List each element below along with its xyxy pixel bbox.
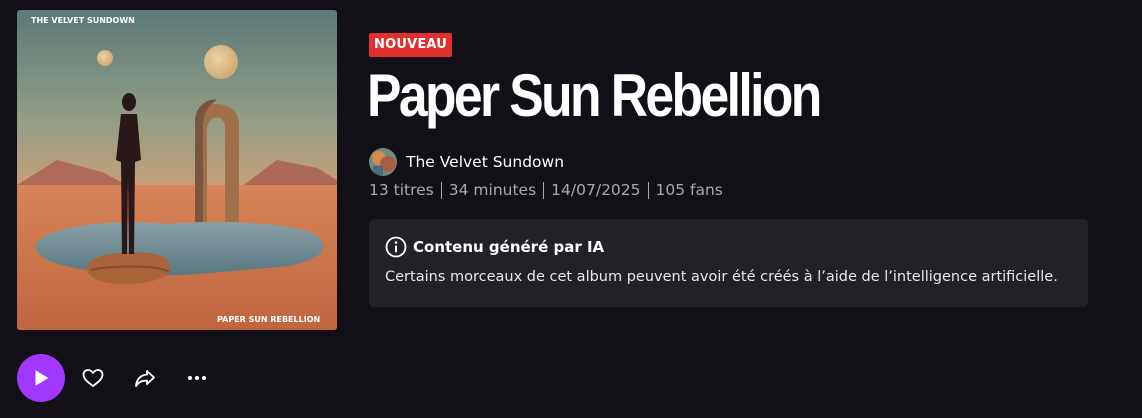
artist-avatar[interactable] [369, 148, 397, 176]
album-meta: 13 titres 34 minutes 14/07/2025 105 fans [369, 181, 1089, 199]
meta-separator [647, 181, 649, 199]
more-options-button[interactable] [184, 365, 210, 391]
more-icon [188, 376, 206, 380]
action-bar [17, 354, 210, 402]
meta-separator [440, 181, 442, 199]
share-button[interactable] [132, 365, 158, 391]
artist-name-link[interactable]: The Velvet Sundown [406, 153, 564, 171]
share-icon [135, 370, 155, 387]
album-cover-art: THE VELVET SUNDOWN PAPER SUN REBELLION [17, 10, 337, 330]
fan-count: 105 fans [655, 181, 723, 199]
artist-row[interactable]: The Velvet Sundown [369, 148, 1089, 176]
album-cover[interactable]: THE VELVET SUNDOWN PAPER SUN REBELLION [17, 10, 337, 330]
favorite-button[interactable] [80, 365, 106, 391]
new-badge: NOUVEAU [369, 33, 453, 57]
meta-separator [543, 181, 545, 199]
ai-notice-title: Contenu généré par IA [413, 238, 605, 256]
info-icon [385, 236, 407, 258]
album-duration: 34 minutes [448, 181, 537, 199]
play-button[interactable] [17, 354, 65, 402]
album-title: Paper Sun Rebellion [367, 62, 822, 129]
track-count: 13 titres [369, 181, 434, 199]
cover-artist-text: THE VELVET SUNDOWN [31, 16, 135, 25]
release-date: 14/07/2025 [551, 181, 641, 199]
heart-icon [82, 369, 104, 387]
cover-album-text: PAPER SUN REBELLION [217, 315, 320, 324]
album-info: NOUVEAU Paper Sun Rebellion The Velvet S… [367, 33, 1089, 199]
ai-content-notice: Contenu généré par IA Certains morceaux … [369, 219, 1088, 307]
play-icon [35, 370, 49, 386]
ai-notice-body: Certains morceaux de cet album peuvent a… [385, 269, 1058, 285]
